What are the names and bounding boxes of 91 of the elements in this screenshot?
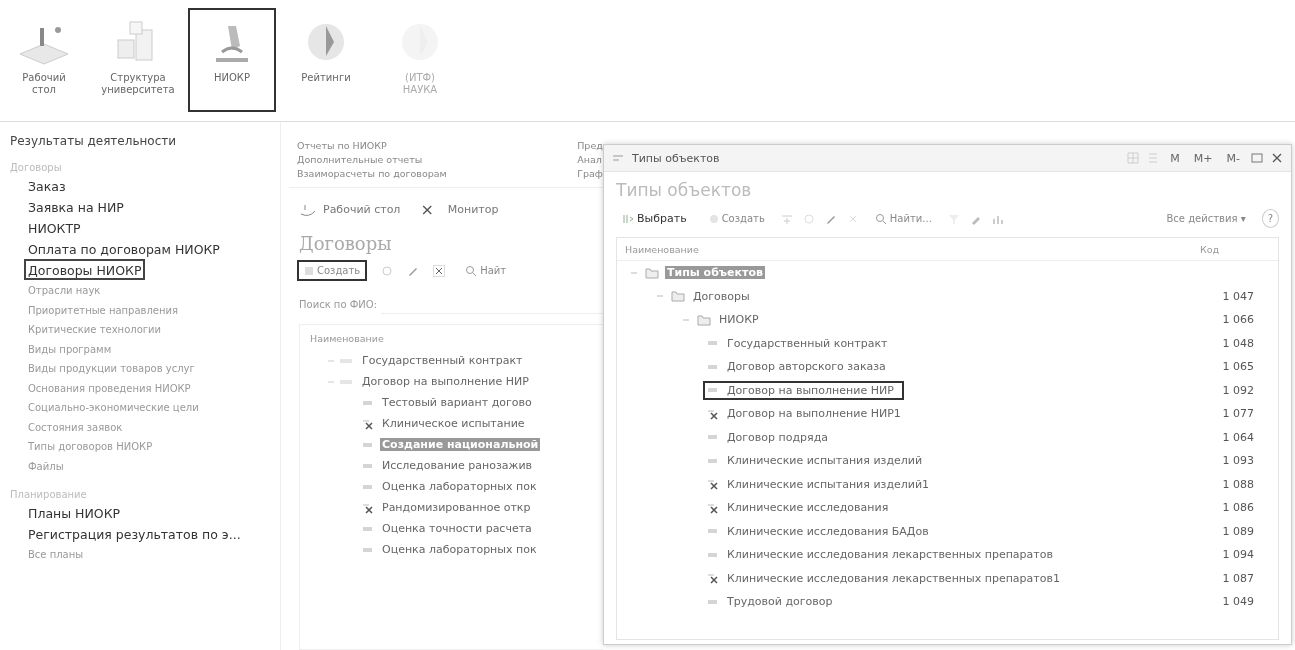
- sidebar-item[interactable]: Заказ: [24, 175, 70, 196]
- sidebar-item[interactable]: Регистрация результатов по э...: [24, 523, 245, 544]
- code-cell-text: 1 087: [1221, 571, 1254, 585]
- tree-item[interactable]: Клинические исследования: [725, 501, 891, 515]
- memory-button[interactable]: M: [1167, 151, 1183, 165]
- list-item[interactable]: Оценка лабораторных пок: [380, 543, 539, 556]
- sidebar-item[interactable]: Планы НИОКР: [24, 502, 125, 523]
- section-button[interactable]: Рабочий стол: [0, 8, 88, 112]
- report-link[interactable]: Взаиморасчеты по договорам: [297, 168, 564, 179]
- dialog-heading: Типы объектов: [615, 179, 753, 202]
- code-cell-text: 1 086: [1221, 501, 1254, 515]
- add-folder-icon: [780, 212, 793, 225]
- grid-icon: [1127, 152, 1140, 164]
- tree-item[interactable]: Договор на выполнение НИР1: [725, 407, 903, 421]
- create-button[interactable]: Создать: [297, 260, 368, 281]
- close-icon: [1271, 152, 1283, 164]
- delete-icon: [433, 264, 446, 277]
- list-item[interactable]: Договор на выполнение НИР: [360, 375, 531, 388]
- sidebar-title: Результаты деятельности: [10, 134, 178, 148]
- code-cell-text: 1 089: [1221, 524, 1254, 538]
- tree-item[interactable]: Трудовой договор: [725, 595, 835, 609]
- tree-item[interactable]: НИОКР: [717, 313, 761, 327]
- list-item[interactable]: Рандомизированное откр: [380, 501, 533, 514]
- tree-item[interactable]: Клинические испытания изделий: [725, 454, 925, 468]
- section-button[interactable]: Структура университета: [94, 8, 182, 112]
- section-label: НИОКР: [214, 72, 250, 84]
- column-header: Код: [1200, 243, 1221, 255]
- report-link[interactable]: Пред: [577, 140, 603, 151]
- choose-icon: [622, 212, 634, 225]
- code-cell-text: 1 047: [1221, 289, 1254, 303]
- list-item[interactable]: Оценка лабораторных пок: [380, 480, 539, 493]
- code-cell-text: 1 066: [1221, 313, 1254, 327]
- report-link[interactable]: Дополнительные отчеты: [297, 154, 564, 165]
- open-tab[interactable]: Рабочий стол ×: [299, 200, 434, 219]
- tree-item[interactable]: Клинические исследования лекарственных препаратов: [725, 548, 1055, 562]
- code-cell-text: 1 049: [1221, 595, 1254, 609]
- group-title: Договоры: [10, 162, 63, 173]
- code-cell-text: 1 064: [1221, 430, 1254, 444]
- folder-icon: [671, 290, 685, 303]
- sidebar-item[interactable]: НИОКТР: [24, 217, 85, 238]
- tree-item[interactable]: Государственный контракт: [725, 336, 890, 350]
- tree-item[interactable]: Договор на выполнение НИР: [725, 383, 896, 397]
- code-cell-text: 1 065: [1221, 360, 1254, 374]
- sidebar-item[interactable]: Договоры НИОКР: [24, 259, 146, 280]
- tree-item[interactable]: Клинические исследования лекарственных препаратов1: [725, 571, 1062, 585]
- list-item[interactable]: Государственный контракт: [360, 354, 525, 367]
- code-cell-text: 1 093: [1221, 454, 1254, 468]
- group-title: Планирование: [10, 489, 88, 500]
- copy-icon: [802, 212, 815, 225]
- section-button[interactable]: НИОКР: [188, 8, 276, 112]
- code-cell-text: 1 048: [1221, 336, 1254, 350]
- window-title: Типы объектов: [632, 151, 721, 165]
- tree-item[interactable]: Клинические исследования БАДов: [725, 524, 931, 538]
- tree-item[interactable]: Договор авторского заказа: [725, 360, 888, 374]
- search-icon: [465, 264, 478, 277]
- close-icon[interactable]: ×: [420, 200, 434, 219]
- report-link[interactable]: Анал: [577, 154, 603, 165]
- copy-icon: [381, 264, 394, 277]
- code-cell-text: 1 092: [1221, 383, 1254, 397]
- report-link[interactable]: Граф: [577, 168, 603, 179]
- list-item[interactable]: Тестовый вариант догово: [380, 396, 534, 409]
- column-header: Наименование: [625, 243, 700, 255]
- sidebar-item[interactable]: Оплата по договорам НИОКР: [24, 238, 224, 259]
- sidebar-item[interactable]: Заявка на НИР: [24, 196, 128, 217]
- section-label: Структура университета: [101, 72, 175, 96]
- maximize-icon: [1251, 152, 1263, 164]
- section-label: (ИТФ) НАУКА: [402, 72, 438, 96]
- tree-item[interactable]: Клинические испытания изделий1: [725, 477, 932, 491]
- list-item[interactable]: Клиническое испытание: [380, 417, 527, 430]
- search-icon: [874, 212, 887, 225]
- list-item[interactable]: Исследование ранозажив: [380, 459, 535, 472]
- code-cell-text: 1 077: [1221, 407, 1254, 421]
- section-label: Рабочий стол: [22, 72, 66, 96]
- code-cell-text: 1 094: [1221, 548, 1254, 562]
- tree-item[interactable]: Договоры: [691, 289, 752, 303]
- list-item[interactable]: Оценка точности расчета: [380, 522, 534, 535]
- report-link[interactable]: Отчеты по НИОКР: [297, 140, 564, 151]
- section-label: Рейтинги: [301, 72, 351, 84]
- memory-button[interactable]: M+: [1190, 151, 1216, 165]
- section-button[interactable]: Рейтинги: [282, 8, 370, 112]
- column-header: Наименование: [309, 332, 385, 346]
- tree-item[interactable]: Договор подряда: [725, 430, 830, 444]
- code-cell-text: 1 088: [1221, 477, 1254, 491]
- form-title: Договоры: [298, 232, 393, 256]
- open-tab[interactable]: Монитор: [447, 203, 499, 216]
- folder-icon: [697, 313, 711, 326]
- search-label: Поиск по ФИО:: [299, 299, 378, 310]
- help-button[interactable]: ?: [1261, 209, 1279, 228]
- dialog-icon: [612, 153, 624, 163]
- folder-icon: [645, 266, 659, 279]
- memory-button[interactable]: M-: [1223, 151, 1243, 165]
